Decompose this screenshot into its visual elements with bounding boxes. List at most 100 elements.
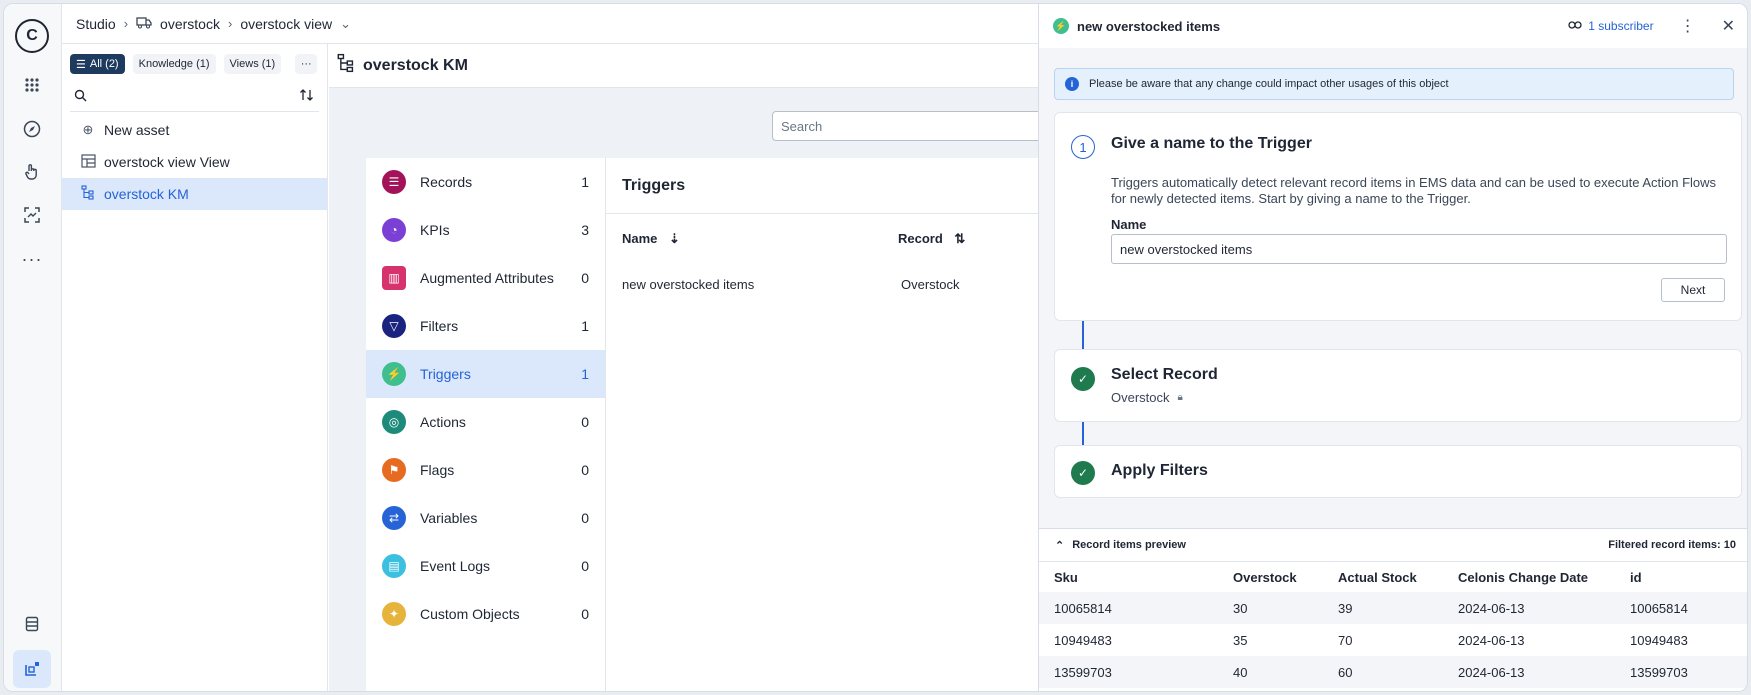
asset-item-km[interactable]: overstock KM — [62, 178, 327, 210]
table-row: 10065814 30 39 2024-06-13 10065814 — [1039, 592, 1747, 624]
chevron-down-icon[interactable]: ⌄ — [340, 16, 351, 32]
chevron-right-icon: › — [227, 16, 233, 31]
sort-icon[interactable] — [299, 88, 315, 105]
step-title: Give a name to the Trigger — [1111, 135, 1312, 152]
info-icon: i — [1065, 77, 1079, 91]
compass-icon[interactable] — [17, 114, 47, 144]
step-title: Apply Filters — [1111, 462, 1208, 479]
preview-header[interactable]: ⌃ Record items preview Filtered record i… — [1039, 529, 1747, 562]
category-filters[interactable]: ▽ Filters 1 — [366, 302, 605, 350]
kpi-gauge-icon: ◔ — [382, 218, 406, 242]
asset-panel: ☰ All (2) Knowledge (1) Views (1) ··· ⊕ … — [62, 44, 328, 691]
augmented-attributes-icon: ▥ — [382, 266, 406, 290]
more-icon[interactable]: ··· — [17, 244, 47, 274]
selected-record: Overstock 🔒︎ — [1111, 390, 1183, 405]
search-icon[interactable] — [74, 89, 87, 105]
chevron-right-icon: › — [123, 16, 129, 31]
column-header: id — [1630, 569, 1642, 585]
event-log-icon: ▤ — [382, 554, 406, 578]
drawer-header: ⚡ new overstocked items 1 subscriber ⋮ ✕ — [1039, 4, 1747, 48]
category-list: ☰ Records 1 ◔ KPIs 3 ▥ Augmented Attribu… — [366, 158, 606, 691]
filter-chip-all[interactable]: ☰ All (2) — [70, 54, 125, 74]
variables-icon: ⇄ — [382, 506, 406, 530]
breadcrumb-package[interactable]: overstock — [160, 16, 220, 32]
left-rail: C ··· — [4, 4, 62, 691]
main-content: overstock KM Search ☰ Records 1 ◔ KPIs 3… — [329, 44, 1042, 691]
preview-table: Sku Overstock Actual Stock Celonis Chang… — [1039, 562, 1747, 688]
step-filters-card[interactable]: ✓ Apply Filters — [1054, 445, 1742, 498]
table-view-icon — [80, 153, 96, 171]
asset-search-bar[interactable] — [70, 82, 319, 112]
step-number: 1 — [1071, 135, 1095, 159]
category-event-logs[interactable]: ▤ Event Logs 0 — [366, 542, 605, 590]
step-name-card: 1 Give a name to the Trigger Triggers au… — [1054, 112, 1742, 321]
sort-descending-icon[interactable]: ⇣ — [669, 231, 680, 246]
filter-funnel-icon: ▽ — [382, 314, 406, 338]
list-icon: ☰ — [76, 58, 86, 71]
flag-icon: ⚑ — [382, 458, 406, 482]
checkmark-icon: ✓ — [1071, 367, 1095, 391]
column-header: Celonis Change Date — [1458, 569, 1589, 585]
knowledge-model-icon — [80, 185, 96, 203]
category-triggers[interactable]: ⚡ Triggers 1 — [366, 350, 605, 398]
checkmark-icon: ✓ — [1071, 461, 1095, 485]
knowledge-model-icon — [337, 53, 355, 78]
more-filters-button[interactable]: ··· — [295, 54, 318, 74]
link-icon — [1568, 19, 1582, 33]
category-actions[interactable]: ◎ Actions 0 — [366, 398, 605, 446]
sort-icon[interactable]: ⇅ — [954, 231, 965, 246]
hand-pointer-icon[interactable] — [17, 157, 47, 187]
category-augmented-attributes[interactable]: ▥ Augmented Attributes 0 — [366, 254, 605, 302]
kebab-menu-icon[interactable]: ⋮ — [1680, 16, 1696, 36]
filter-chip-views[interactable]: Views (1) — [223, 54, 282, 74]
subscribers-link[interactable]: 1 subscriber — [1568, 19, 1654, 33]
studio-icon[interactable] — [13, 650, 51, 688]
close-icon[interactable]: ✕ — [1722, 16, 1735, 36]
breadcrumb-studio[interactable]: Studio — [76, 16, 116, 32]
plus-circle-icon: ⊕ — [82, 122, 94, 137]
category-flags[interactable]: ⚑ Flags 0 — [366, 446, 605, 494]
app-window: C ··· Studio › overstock › overstock vie… — [3, 3, 1748, 692]
category-kpis[interactable]: ◔ KPIs 3 — [366, 206, 605, 254]
trigger-name-input[interactable]: new overstocked items — [1111, 234, 1727, 264]
triggers-table-header: Name ⇣ Record ⇅ — [606, 214, 1039, 264]
record-items-preview: ⌃ Record items preview Filtered record i… — [1039, 528, 1747, 691]
name-label: Name — [1111, 217, 1147, 232]
filter-chip-knowledge[interactable]: Knowledge (1) — [132, 54, 216, 74]
drawer-title: new overstocked items — [1077, 18, 1221, 34]
celonis-logo[interactable]: C — [15, 19, 49, 53]
preview-title: Record items preview — [1072, 539, 1186, 551]
asset-item-view[interactable]: overstock view View — [62, 146, 327, 178]
table-row[interactable]: new overstocked items Overstock — [606, 264, 1039, 304]
category-variables[interactable]: ⇄ Variables 0 — [366, 494, 605, 542]
step-connector — [1082, 321, 1084, 349]
search-input[interactable]: Search — [772, 111, 1042, 141]
chevron-up-icon[interactable]: ⌃ — [1055, 539, 1064, 552]
column-header: Sku — [1054, 569, 1078, 585]
step-record-card[interactable]: ✓ Select Record Overstock 🔒︎ — [1054, 349, 1742, 422]
next-button[interactable]: Next — [1661, 278, 1725, 302]
trigger-icon: ⚡ — [1053, 18, 1069, 34]
table-row: 13599703 40 60 2024-06-13 13599703 — [1039, 656, 1747, 688]
page-title: overstock KM — [363, 56, 468, 74]
actions-icon: ◎ — [382, 410, 406, 434]
truck-icon — [136, 16, 152, 32]
category-records[interactable]: ☰ Records 1 — [366, 158, 605, 206]
apps-grid-icon[interactable] — [17, 70, 47, 100]
step-connector — [1082, 422, 1084, 445]
column-header: Overstock — [1233, 569, 1297, 585]
trigger-icon: ⚡ — [382, 362, 406, 386]
table-row: 10949483 35 70 2024-06-13 10949483 — [1054, 632, 1688, 648]
scan-icon[interactable] — [17, 200, 47, 230]
triggers-panel: Triggers Name ⇣ Record ⇅ new overstocked… — [606, 158, 1039, 691]
lightbulb-icon: ✦ — [382, 602, 406, 626]
records-icon: ☰ — [382, 170, 406, 194]
category-custom-objects[interactable]: ✦ Custom Objects 0 — [366, 590, 605, 638]
step-description: Triggers automatically detect relevant r… — [1111, 175, 1717, 206]
database-icon[interactable] — [17, 609, 47, 639]
breadcrumb-view[interactable]: overstock view — [240, 16, 332, 32]
column-record-header[interactable]: Record ⇅ — [898, 231, 1039, 247]
new-asset-button[interactable]: ⊕ New asset — [62, 114, 327, 146]
column-name-header[interactable]: Name ⇣ — [622, 231, 898, 247]
breadcrumb: Studio › overstock › overstock view ⌄ — [62, 4, 1038, 44]
